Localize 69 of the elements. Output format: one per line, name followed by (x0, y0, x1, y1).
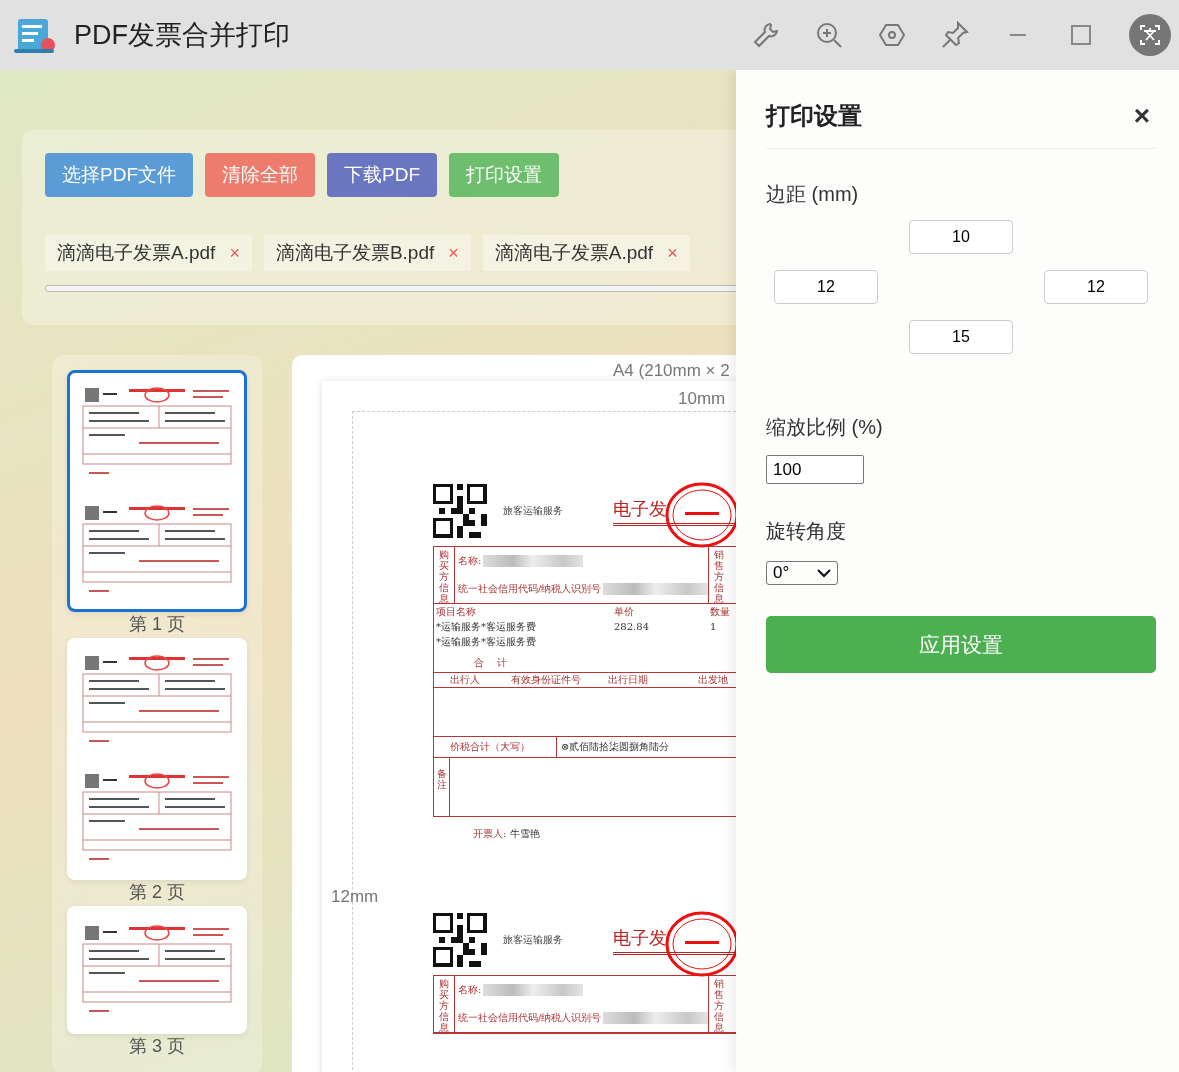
column-header: 数量 (710, 604, 730, 619)
issuer-name: 牛雪艳 (510, 827, 541, 841)
margin-left-input[interactable]: 12 (774, 270, 878, 304)
remove-file-button[interactable]: × (448, 242, 459, 264)
file-name: 滴滴电子发票B.pdf (275, 241, 435, 265)
margin-label: 12mm (331, 887, 379, 907)
rotation-select[interactable]: 0° (766, 561, 838, 585)
column-header: 出行人 (450, 673, 481, 687)
seller-label: 销售方信息 (708, 976, 729, 1032)
column-header: 单价 (614, 604, 634, 619)
window-title: PDF发票合并打印 (74, 19, 290, 52)
total-label: 价税合计（大写） (434, 737, 557, 757)
seller-label: 销售方信息 (708, 547, 729, 603)
seal-stamp-drawing (665, 911, 736, 977)
chevron-down-icon (817, 568, 831, 578)
field-label: 统一社会信用代码/纳税人识别号 (458, 1011, 602, 1025)
remove-file-button[interactable]: × (229, 242, 240, 264)
margin-bottom-input[interactable]: 15 (909, 320, 1013, 354)
apply-button[interactable]: 应用设置 (766, 616, 1156, 673)
page-label: 第 3 页 (129, 1036, 185, 1056)
page-thumbnail[interactable] (67, 370, 247, 612)
panel-title: 打印设置 (766, 101, 862, 131)
sum-label: 合 计 (474, 656, 507, 670)
page-label: 第 2 页 (129, 882, 185, 902)
toolbar-button[interactable]: 下载PDF (327, 153, 437, 197)
page-thumbnail[interactable] (67, 638, 247, 880)
seal-stamp-drawing (665, 482, 736, 548)
remarks-label: 备注 (434, 758, 450, 816)
margin-top-input[interactable]: 10 (909, 220, 1013, 254)
column-header: 有效身份证件号 (511, 673, 582, 687)
toolbar-button[interactable]: 清除全部 (205, 153, 315, 197)
wrench-icon[interactable] (751, 20, 781, 50)
toolbar-button[interactable]: 打印设置 (449, 153, 559, 197)
column-header: 出行日期 (608, 673, 649, 687)
service-type: 旅客运输服务 (503, 504, 563, 518)
buyer-label: 购买方信息 (434, 547, 455, 603)
close-button[interactable]: × (1127, 100, 1156, 132)
field-label: 缩放比例 (%) (766, 415, 884, 440)
field-label: 统一社会信用代码/纳税人识别号 (458, 582, 602, 596)
zoom-in-icon[interactable] (814, 20, 844, 50)
scrollbar[interactable] (45, 285, 736, 292)
quantity: 1 (710, 621, 717, 632)
issuer-label: 开票人: (473, 827, 507, 841)
file-name: 滴滴电子发票A.pdf (494, 241, 654, 265)
item-name: *运输服务*客运服务费 (435, 634, 537, 649)
buyer-label: 购买方信息 (434, 976, 455, 1032)
service-type: 旅客运输服务 (503, 933, 563, 947)
field-label: 名称: (458, 554, 482, 568)
qr-code-icon (433, 913, 487, 967)
remove-file-button[interactable]: × (667, 242, 678, 264)
unit-price: 282.84 (614, 621, 649, 632)
field-label: 名称: (458, 983, 482, 997)
file-name: 滴滴电子发票A.pdf (57, 241, 216, 265)
field-label: 边距 (mm) (766, 182, 860, 207)
margin-label: 10mm (678, 389, 726, 409)
pin-icon[interactable] (940, 20, 970, 50)
total-in-words: ⊗贰佰陆拾柒圆捌角陆分 (560, 740, 670, 754)
scale-input[interactable]: 100 (766, 455, 864, 484)
qr-code-icon (433, 484, 487, 538)
item-name: *运输服务*客运服务费 (435, 619, 537, 634)
page-label: 第 1 页 (129, 614, 185, 634)
column-header: 项目名称 (435, 604, 477, 619)
margin-right-input[interactable]: 12 (1044, 270, 1148, 304)
field-label: 旋转角度 (766, 519, 847, 544)
column-header: 出发地 (698, 673, 728, 687)
toolbar-button[interactable]: 选择PDF文件 (45, 153, 193, 197)
paper-size-label: A4 (210mm × 2 (613, 361, 731, 381)
translate-icon[interactable] (1129, 14, 1171, 56)
page-thumbnail[interactable] (67, 906, 247, 1034)
